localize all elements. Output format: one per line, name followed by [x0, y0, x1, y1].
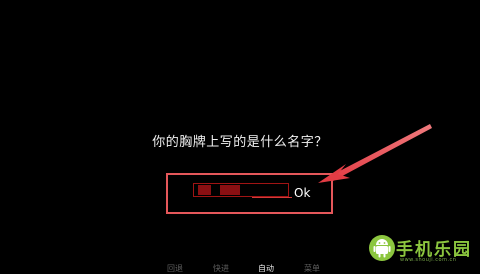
game-screen: 你的胸牌上写的是什么名字？ Ok 回退 快进 自动 菜单 手机乐园 www.sh… — [0, 0, 480, 274]
menu-item-auto[interactable]: 自动 — [258, 263, 274, 274]
menu-item-rewind[interactable]: 回退 — [167, 263, 183, 274]
dialog-question: 你的胸牌上写的是什么名字？ — [152, 135, 328, 150]
watermark-url: www.shouji.com.cn — [400, 257, 457, 263]
watermark: 手机乐园 www.shouji.com.cn — [368, 232, 478, 268]
menu-item-fast-forward[interactable]: 快进 — [213, 263, 229, 274]
input-underline — [252, 197, 292, 198]
ok-button[interactable]: Ok — [294, 186, 310, 200]
redacted-text-block — [198, 185, 211, 195]
name-input-field[interactable] — [193, 183, 289, 197]
android-logo-icon — [369, 235, 395, 261]
menu-item-menu[interactable]: 菜单 — [304, 263, 320, 274]
redacted-text-block — [220, 185, 240, 195]
